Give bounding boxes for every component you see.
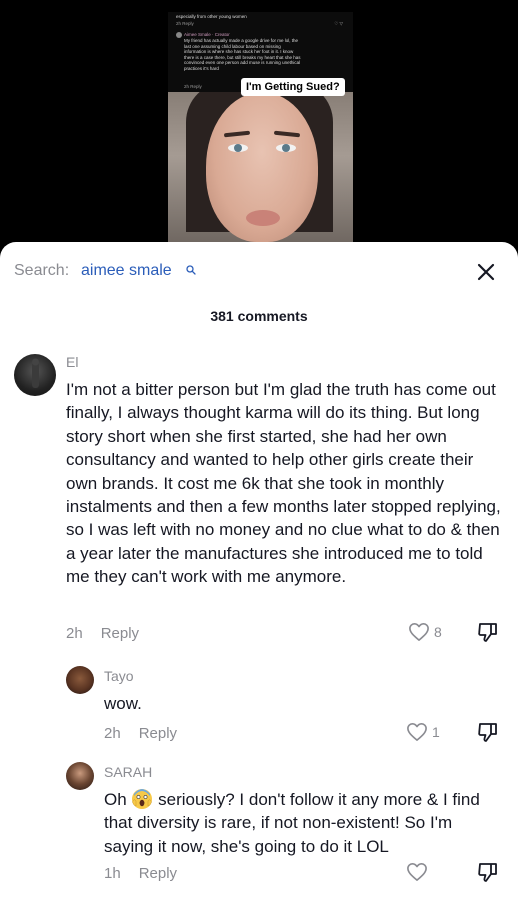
thumbs-down-icon [478, 863, 497, 882]
eye [228, 144, 248, 152]
comment-time: 2h [66, 625, 83, 642]
dislike-button[interactable] [476, 860, 500, 889]
like-button[interactable]: 1 [406, 722, 440, 742]
lips [246, 210, 280, 226]
eyebrow [223, 130, 251, 138]
comment-text-end: seriously? I don't follow it any more & … [104, 790, 480, 856]
search-bar[interactable]: Search: aimee smale [14, 260, 504, 284]
comment-meta: 2h Reply [104, 725, 177, 742]
eyebrow [273, 130, 301, 138]
overlay-avatar [176, 32, 182, 38]
reply-button[interactable]: Reply [101, 625, 139, 642]
comment-time: 1h [104, 865, 121, 882]
overlay-header: especially from other young women [176, 14, 247, 19]
avatar[interactable] [14, 354, 56, 396]
eye [276, 144, 296, 152]
reply-button[interactable]: Reply [139, 865, 177, 882]
thumbs-down-icon [478, 723, 497, 742]
heart-icon [407, 723, 427, 741]
overlay-heart-icon: ♡ ▽ [334, 21, 343, 26]
comment-text: wow. [104, 694, 142, 713]
overlay-reply: 2h Reply [184, 84, 202, 89]
video-sticker-text: I'm Getting Sued? [241, 78, 345, 96]
comment-item: El I'm not a bitter person but I'm glad … [0, 350, 518, 660]
heart-icon [409, 623, 429, 641]
avatar[interactable] [66, 666, 94, 694]
comment-text: I'm not a bitter person but I'm glad the… [66, 380, 501, 587]
like-count: 8 [434, 624, 442, 640]
like-count: 1 [432, 724, 440, 740]
close-icon[interactable] [474, 260, 498, 284]
comment-author[interactable]: El [66, 354, 78, 370]
search-icon[interactable] [186, 262, 196, 280]
reply-button[interactable]: Reply [139, 725, 177, 742]
like-button[interactable]: 8 [408, 622, 442, 642]
dislike-button[interactable] [476, 620, 500, 649]
video-preview[interactable]: especially from other young women 2h Rep… [168, 12, 353, 252]
reply-item: Tayo wow. 2h Reply 1 [0, 662, 518, 752]
comment-text-start: Oh [104, 790, 127, 809]
like-button[interactable] [406, 862, 432, 882]
comments-sheet: Search: aimee smale 381 comments El I'm … [0, 242, 518, 900]
overlay-comment-text: My friend has actually made a google dri… [184, 38, 301, 71]
overlay-comment-name: Aimee Smale · Creator [184, 32, 230, 37]
video-person-face [206, 92, 318, 242]
comment-count: 381 comments [210, 308, 308, 324]
comment-meta: 2h Reply [66, 625, 139, 642]
comment-author[interactable]: Tayo [104, 668, 134, 684]
search-term-link[interactable]: aimee smale [81, 262, 172, 280]
screaming-face-emoji-icon [131, 788, 153, 810]
overlay-reply: 2h Reply [176, 21, 194, 26]
heart-icon [407, 863, 427, 881]
search-prefix: Search: [14, 262, 70, 279]
comment-meta: 1h Reply [104, 865, 177, 882]
dislike-button[interactable] [476, 720, 500, 749]
comment-time: 2h [104, 725, 121, 742]
thumbs-down-icon [478, 623, 497, 642]
reply-item: SARAH Oh seriously? I don't follow it an… [0, 758, 518, 900]
avatar[interactable] [66, 762, 94, 790]
comment-author[interactable]: SARAH [104, 764, 152, 780]
comment-text: Oh seriously? I don't follow it any more… [104, 788, 504, 858]
